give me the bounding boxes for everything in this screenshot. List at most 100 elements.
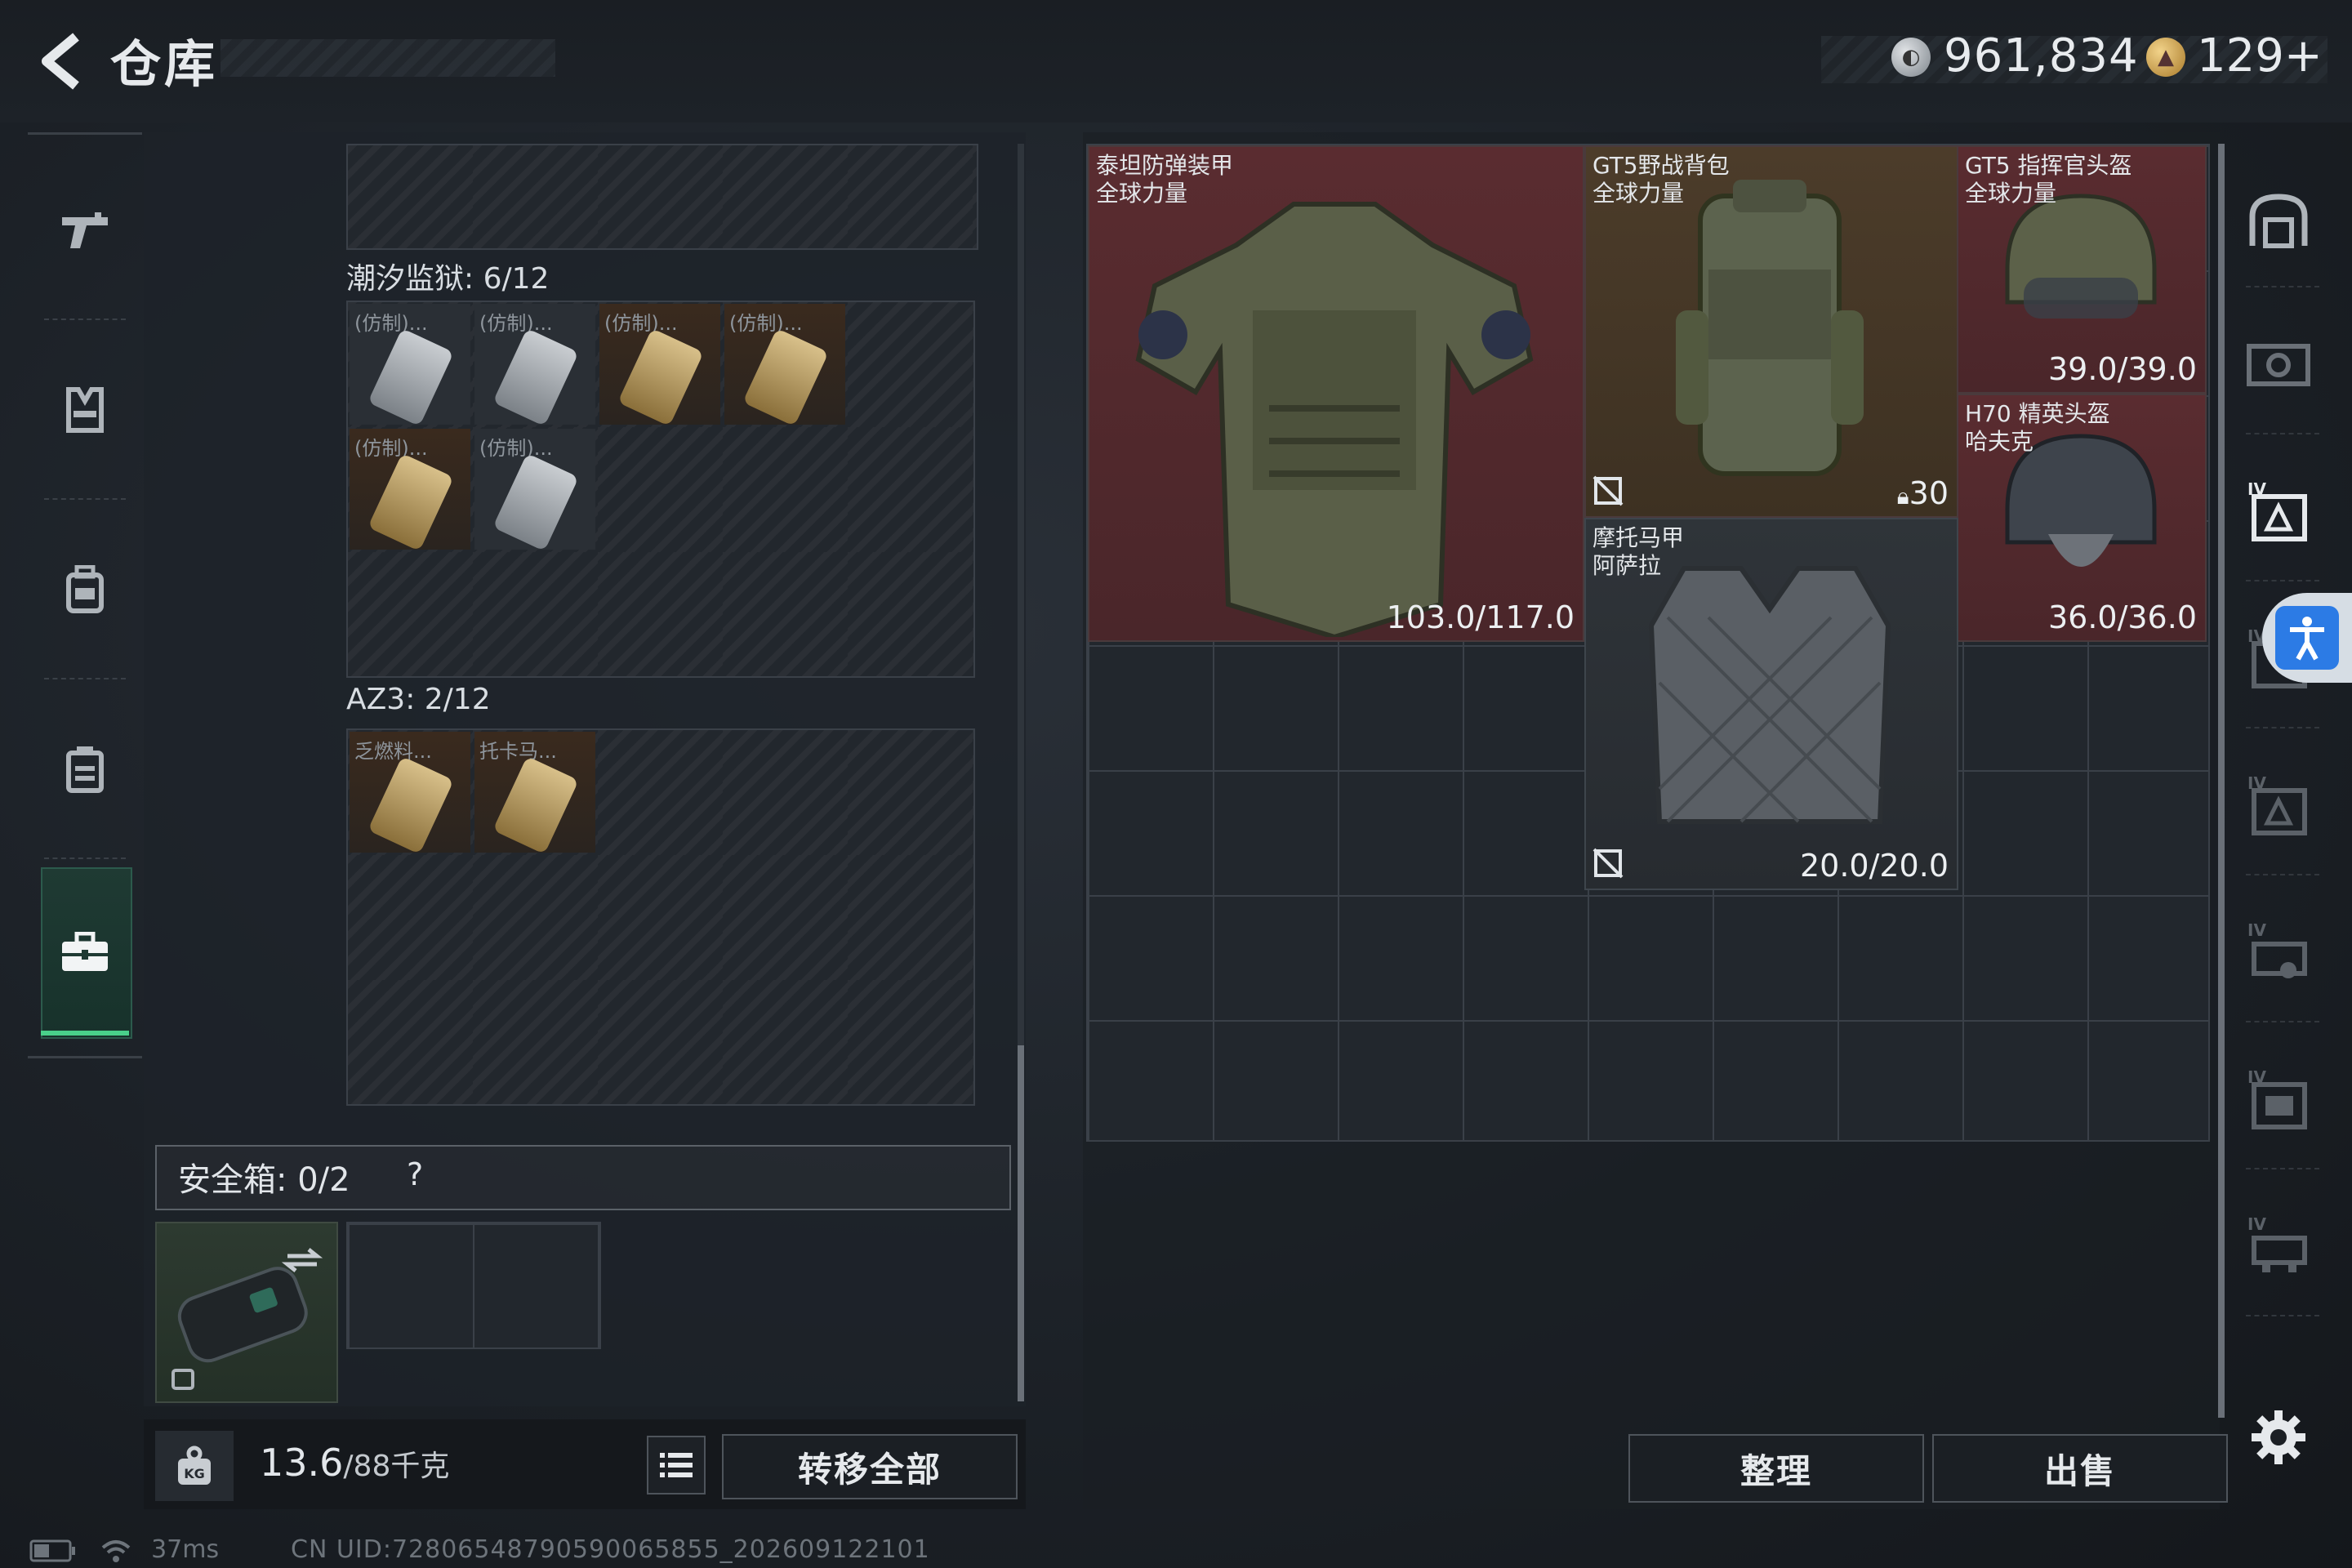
stash-tab-5[interactable]: IV (2238, 764, 2319, 846)
stash-tab-2[interactable] (2238, 323, 2319, 405)
storage-tier-icon: IV (2247, 773, 2307, 835)
lock-icon: 🔒︎ (1896, 483, 1909, 510)
item-name: 泰坦防弹装甲 全球力量 (1096, 152, 1234, 207)
accessibility-button[interactable] (2262, 593, 2352, 683)
tier-label: IV (2247, 920, 2266, 940)
weight-readout: 13.6/88千克 (260, 1441, 449, 1485)
no-insure-icon (1592, 848, 1624, 882)
rail-item-toolbox-icon[interactable] (28, 871, 142, 1034)
container-slot-item[interactable]: 乏燃料... (350, 732, 470, 855)
status-bar: 37ms (29, 1535, 219, 1564)
card-icon (368, 327, 454, 427)
latency: 37ms (151, 1535, 220, 1564)
user-uid: CN UID:72806548790590065855_202609122101 (291, 1535, 930, 1564)
card-icon (492, 452, 579, 552)
rail-divider (2246, 874, 2319, 875)
container-slot-item[interactable]: (仿制)... (724, 304, 845, 427)
sort-button[interactable]: 整理 (1628, 1434, 1924, 1503)
stash-tab-7[interactable]: IV (2238, 1058, 2319, 1140)
container-slot-item[interactable]: (仿制)... (474, 304, 595, 427)
container-slot-item[interactable]: (仿制)... (599, 304, 720, 427)
rail-divider (2246, 433, 2319, 434)
rail-item-backpack[interactable] (28, 508, 142, 671)
weight-current: 13.6 (260, 1441, 344, 1485)
stash-item-h70-helmet[interactable]: H70 精英头盔 哈夫克 36.0/36.0 (1957, 394, 2207, 642)
list-icon (660, 1453, 693, 1477)
weight-capacity: /88千克 (343, 1450, 450, 1483)
settings-button[interactable] (2246, 1405, 2311, 1470)
rail-divider (2246, 1021, 2319, 1022)
item-durability: 39.0/39.0 (2047, 351, 2197, 387)
stash-item-gt5-backpack[interactable]: GT5野战背包 全球力量 🔒︎30 (1584, 145, 1958, 518)
rail-divider (2246, 286, 2319, 287)
container-slot-item[interactable]: (仿制)... (350, 429, 470, 552)
slot-item-name: (仿制)... (354, 312, 428, 335)
stash-item-gt5-helmet[interactable]: GT5 指挥官头盔 全球力量 39.0/39.0 (1957, 145, 2207, 394)
gun-icon (62, 212, 108, 248)
item-capacity-value: 30 (1909, 475, 1949, 511)
silver-amount: 961,834 (1944, 29, 2139, 82)
rail-item-bag[interactable] (28, 688, 142, 851)
page-title: 仓库 (110, 34, 219, 94)
back-button[interactable] (24, 24, 98, 98)
safe-case-item[interactable] (155, 1222, 338, 1403)
help-button[interactable]: ? (407, 1156, 423, 1192)
slot-item-name: (仿制)... (354, 437, 428, 460)
card-icon (492, 327, 579, 427)
rail-divider (2246, 580, 2319, 581)
storage-tier-icon: IV (2247, 920, 2307, 978)
sell-button[interactable]: 出售 (1932, 1434, 2228, 1503)
safe-box-slots[interactable] (346, 1222, 601, 1349)
container-slot-item[interactable]: (仿制)... (474, 429, 595, 552)
lock-icon (172, 1369, 194, 1390)
wifi-icon (101, 1539, 130, 1562)
slot-item-name: (仿制)... (729, 312, 803, 335)
backpack-icon (66, 565, 104, 613)
stash-scrollbar[interactable] (2218, 144, 2225, 1418)
stash-item-moto-vest[interactable]: 摩托马甲 阿萨拉 20.0/20.0 (1584, 518, 1958, 890)
gold-amount[interactable]: 129+ (2197, 29, 2323, 82)
safe-case-icon (172, 1248, 323, 1390)
rail-item-armor[interactable] (28, 328, 142, 492)
svg-text:KG: KG (184, 1466, 205, 1481)
slot-item-name: 乏燃料... (354, 740, 432, 763)
stash-tab-3[interactable]: IV (2238, 470, 2319, 552)
gear-icon (2252, 1410, 2305, 1464)
rail-divider (2246, 1315, 2319, 1316)
card-icon (368, 755, 454, 855)
item-durability: 36.0/36.0 (2047, 599, 2197, 635)
scrollbar-thumb[interactable] (1018, 1045, 1024, 1401)
tier-label: IV (2247, 1214, 2266, 1234)
container-slot-item[interactable]: (仿制)... (350, 304, 470, 427)
container-grid-top (346, 144, 978, 250)
rail-divider (44, 678, 126, 679)
swap-icon (281, 1248, 323, 1272)
no-insure-icon (1592, 475, 1624, 510)
vest-icon (66, 387, 104, 433)
title-decoration (220, 39, 555, 77)
transfer-all-button[interactable]: 转移全部 (722, 1434, 1018, 1499)
back-arrow-icon (42, 33, 79, 90)
slot-item-name: (仿制)... (604, 312, 678, 335)
container-slot-item[interactable]: 托卡马... (474, 732, 595, 855)
battery-icon (29, 1539, 75, 1561)
storage-tier-icon: IV (2247, 1067, 2307, 1129)
stash-home-icon (2249, 194, 2308, 248)
item-capacity: 🔒︎30 (1897, 475, 1949, 511)
card-icon (368, 452, 454, 552)
stash-tab-8[interactable]: IV (2238, 1205, 2319, 1287)
item-durability: 20.0/20.0 (1799, 848, 1949, 884)
rail-divider (2246, 727, 2319, 728)
safe-box-label: 安全箱: 0/2 (178, 1161, 350, 1199)
container-grid-az3: 乏燃料... 托卡马... (346, 728, 975, 1106)
accessibility-icon (2275, 606, 2339, 670)
list-view-button[interactable] (647, 1436, 706, 1494)
silver-coin-icon: ◐ (1891, 38, 1931, 77)
rail-item-weapons[interactable] (28, 149, 142, 312)
toolbox-icon (62, 932, 108, 971)
stash-item-titan-armor[interactable]: 泰坦防弹装甲 全球力量 103.0/117.0 (1088, 145, 1584, 642)
rail-divider (44, 498, 126, 500)
card-icon (492, 755, 579, 855)
stash-tab-6[interactable]: IV (2238, 911, 2319, 993)
stash-tab-main[interactable] (2238, 180, 2319, 261)
